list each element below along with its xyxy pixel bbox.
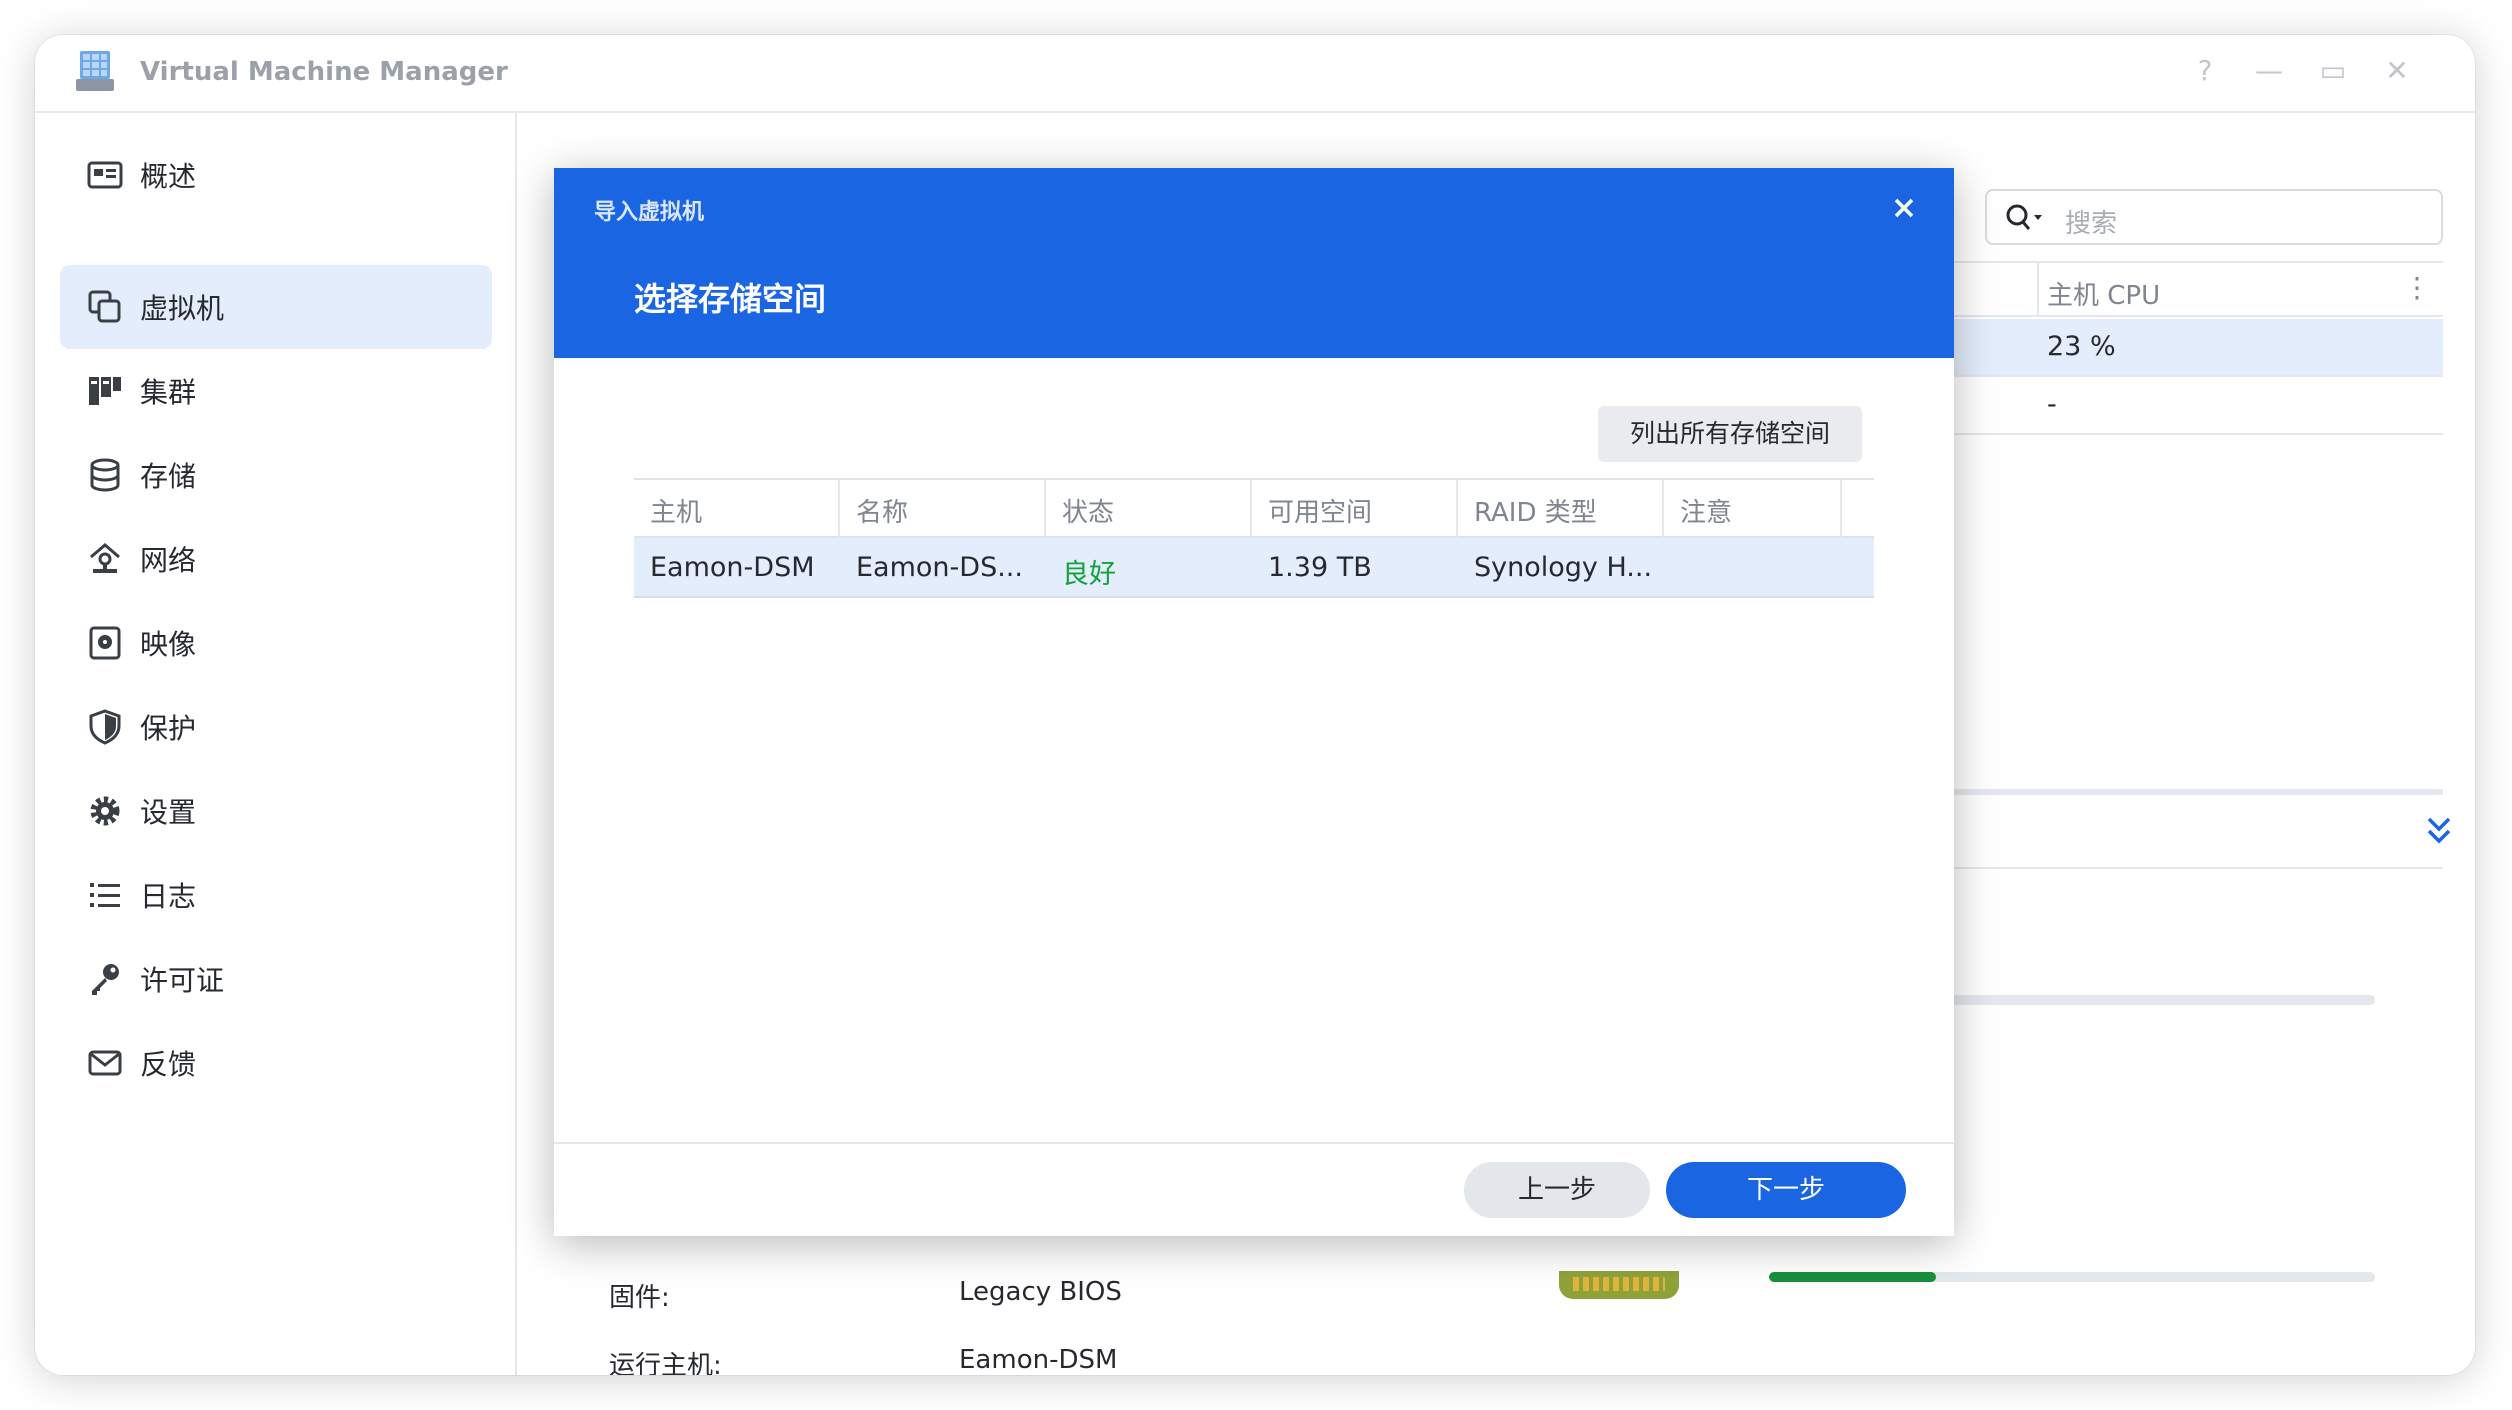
maximize-button[interactable]: ▭ [2313,51,2353,91]
minimize-button[interactable]: — [2249,51,2289,91]
overview-icon [87,161,123,189]
table-header: 主机 名称 状态 可用空间 RAID 类型 注意 [634,478,1874,538]
raid-type-cell: Synology H... [1474,552,1653,583]
sidebar-item-label: 反馈 [140,1048,197,1081]
app-title: Virtual Machine Manager [140,57,508,87]
gear-icon [90,796,120,826]
log-list-icon [90,883,120,907]
usage-bar [1937,995,2375,1005]
host-cpu-cell: 23 % [2047,331,2116,362]
image-icon [89,626,121,660]
free-space-cell: 1.39 TB [1268,552,1372,583]
footer-divider [554,1142,1954,1144]
column-header-free-space[interactable]: 可用空间 [1268,492,1372,529]
search-field[interactable]: 搜索 [1985,189,2443,245]
sidebar-item-feedback[interactable]: 反馈 [60,1021,492,1105]
running-host-value: Eamon-DSM [959,1345,1118,1375]
firmware-value: Legacy BIOS [959,1277,1122,1307]
chevron-double-down-icon[interactable] [2421,813,2457,849]
sidebar-item-label: 设置 [140,796,197,829]
firmware-label: 固件: [609,1283,670,1313]
sidebar-item-label: 集群 [140,376,197,409]
column-header-name[interactable]: 名称 [856,492,908,529]
search-placeholder: 搜索 [2065,209,2118,239]
sidebar-item-label: 日志 [140,880,197,913]
sidebar-item-storage[interactable]: 存储 [60,433,492,517]
virtual-machine-icon [88,290,121,323]
sidebar-item-settings[interactable]: 设置 [60,769,492,853]
shield-icon [89,709,121,745]
usage-bar [1769,1272,2375,1282]
sidebar-item-label: 存储 [140,460,197,493]
table-row[interactable]: - [1937,377,2443,435]
host-cpu-cell: - [2047,389,2057,420]
next-step-button[interactable]: 下一步 [1666,1162,1906,1218]
previous-step-button[interactable]: 上一步 [1464,1162,1650,1218]
column-separator [838,480,840,538]
title-bar: Virtual Machine Manager ? — ▭ ✕ [35,35,2475,113]
sidebar-item-log[interactable]: 日志 [60,853,492,937]
dialog-title: 选择存储空间 [634,280,827,318]
column-separator [1662,480,1664,538]
close-window-button[interactable]: ✕ [2377,51,2417,91]
sidebar-item-label: 概述 [140,160,197,193]
column-header-host[interactable]: 主机 [650,492,702,529]
sidebar-item-overview[interactable]: 概述 [60,133,492,217]
host-cell: Eamon-DSM [650,552,815,583]
column-header-status[interactable]: 状态 [1062,492,1114,529]
mail-icon [88,1050,122,1076]
status-cell: 良好 [1062,559,1116,590]
sidebar-item-virtual-machine[interactable]: 虚拟机 [60,265,492,349]
column-separator [1044,480,1046,538]
table-row[interactable]: Eamon-DSM Eamon-DS... 良好 1.39 TB Synolog… [634,538,1874,598]
search-icon [2006,204,2042,230]
sidebar-item-network[interactable]: 网络 [60,517,492,601]
usage-bar-fill [1769,1272,1936,1282]
sidebar-item-cluster[interactable]: 集群 [60,349,492,433]
name-cell: Eamon-DS... [856,552,1023,583]
panel-splitter[interactable] [1937,789,2443,795]
column-separator [1250,480,1252,538]
sidebar: 概述 虚拟机 集群 存储 网络 映像 保护 设置 日志 许可证 反馈 [35,113,517,1375]
column-header-host-cpu[interactable]: 主机 CPU [2047,275,2160,312]
column-menu-icon[interactable]: ⋮ [2403,271,2431,304]
sidebar-item-label: 映像 [140,628,197,661]
vmm-app-icon [76,51,114,91]
help-button[interactable]: ? [2185,51,2225,91]
sidebar-item-label: 保护 [140,712,197,745]
import-vm-dialog: 导入虚拟机 选择存储空间 列出所有存储空间 主机 名称 状态 可用空间 RAID… [554,168,1954,1236]
network-icon [90,543,120,573]
sidebar-item-label: 网络 [140,544,197,577]
sidebar-item-label: 虚拟机 [140,292,225,325]
sidebar-item-label: 许可证 [140,964,225,997]
list-all-storage-button[interactable]: 列出所有存储空间 [1598,406,1862,462]
close-icon[interactable] [1884,188,1924,228]
grid-header: 主机 CPU ⋮ [1937,261,2443,317]
memory-chip-icon [1559,1271,1679,1299]
column-separator [1456,480,1458,538]
storage-icon [90,458,120,492]
table-row[interactable]: 23 % [1937,319,2443,377]
key-icon [92,964,119,995]
column-header-raid-type[interactable]: RAID 类型 [1474,492,1597,529]
running-host-label: 运行主机: [609,1351,722,1375]
column-header-note[interactable]: 注意 [1680,492,1732,529]
column-separator [2037,263,2039,315]
dialog-header: 导入虚拟机 选择存储空间 [554,168,1954,358]
dialog-caption: 导入虚拟机 [594,200,705,225]
column-separator [1840,480,1842,538]
sidebar-item-protection[interactable]: 保护 [60,685,492,769]
sidebar-item-image[interactable]: 映像 [60,601,492,685]
cluster-icon [89,377,121,405]
divider [1937,867,2443,869]
sidebar-item-license[interactable]: 许可证 [60,937,492,1021]
